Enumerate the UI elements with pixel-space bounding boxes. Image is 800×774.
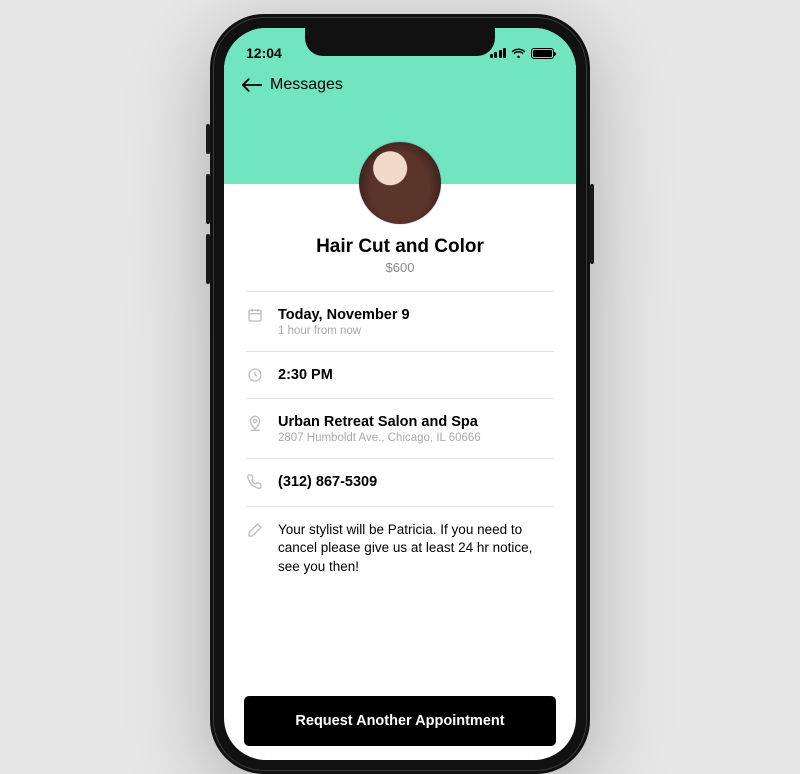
appointment-price: $600 bbox=[246, 260, 554, 275]
pencil-icon bbox=[246, 522, 264, 538]
cellular-icon bbox=[490, 48, 507, 58]
location-name: Urban Retreat Salon and Spa bbox=[278, 413, 554, 431]
clock-icon bbox=[246, 367, 264, 383]
wifi-icon bbox=[511, 48, 526, 59]
avatar[interactable] bbox=[359, 142, 441, 224]
date-sub: 1 hour from now bbox=[278, 325, 554, 337]
status-time: 12:04 bbox=[246, 45, 282, 61]
date-line: Today, November 9 bbox=[278, 306, 554, 324]
phone-frame: 12:04 Messages bbox=[210, 14, 590, 774]
back-button[interactable]: Messages bbox=[224, 68, 576, 94]
phone-value: (312) 867-5309 bbox=[278, 473, 554, 491]
note-text: Your stylist will be Patricia. If you ne… bbox=[278, 521, 554, 578]
side-button bbox=[206, 124, 210, 154]
side-button bbox=[206, 234, 210, 284]
battery-icon bbox=[531, 48, 554, 59]
location-pin-icon bbox=[246, 414, 264, 432]
calendar-icon bbox=[246, 307, 264, 323]
back-label: Messages bbox=[270, 76, 343, 94]
time-row[interactable]: 2:30 PM bbox=[246, 351, 554, 398]
appointment-title: Hair Cut and Color bbox=[246, 236, 554, 258]
date-row[interactable]: Today, November 9 1 hour from now bbox=[246, 291, 554, 351]
screen: 12:04 Messages bbox=[224, 28, 576, 760]
back-arrow-icon bbox=[242, 78, 262, 92]
notch bbox=[305, 28, 495, 56]
request-appointment-button[interactable]: Request Another Appointment bbox=[244, 696, 556, 746]
phone-row[interactable]: (312) 867-5309 bbox=[246, 458, 554, 505]
content: Hair Cut and Color $600 Today, November … bbox=[224, 184, 576, 681]
note-row: Your stylist will be Patricia. If you ne… bbox=[246, 506, 554, 592]
time-value: 2:30 PM bbox=[278, 366, 554, 384]
phone-icon bbox=[246, 474, 264, 490]
side-button bbox=[590, 184, 594, 264]
location-address: 2807 Humboldt Ave., Chicago, IL 60666 bbox=[278, 432, 554, 444]
location-row[interactable]: Urban Retreat Salon and Spa 2807 Humbold… bbox=[246, 398, 554, 458]
side-button bbox=[206, 174, 210, 224]
